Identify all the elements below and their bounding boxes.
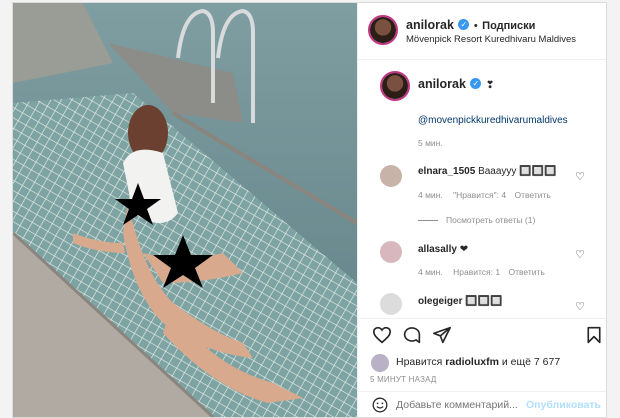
header-separator: •	[473, 20, 478, 32]
caption-mention-link[interactable]: @movenpickkuredhivarumaldives	[418, 115, 568, 126]
author-username[interactable]: anilorak	[406, 18, 454, 32]
follow-status-button[interactable]: Подписки	[482, 20, 535, 32]
post-action-bar	[358, 318, 606, 351]
view-replies-label: Посмотреть ответы (1)	[446, 215, 536, 225]
caption-author-avatar[interactable]	[380, 71, 410, 101]
view-replies-line	[418, 220, 438, 222]
comment-time: 4 мин.	[418, 190, 443, 200]
comment-username[interactable]: olegeiger	[418, 296, 462, 307]
comment-like-heart-icon[interactable]: ♡	[575, 170, 585, 183]
author-avatar[interactable]	[368, 15, 398, 45]
comment-input[interactable]	[396, 397, 526, 413]
comment-like-heart-icon[interactable]: ♡	[575, 248, 585, 261]
post-photo[interactable]	[13, 3, 357, 417]
likes-summary: Нравится radioluxfm и ещё 7 677	[396, 356, 560, 368]
share-icon[interactable]	[432, 326, 452, 344]
comment-like-count[interactable]: "Нравится": 4	[453, 190, 506, 200]
publish-button[interactable]: Опубликовать	[526, 399, 601, 411]
comment-reply-button[interactable]: Ответить	[515, 190, 551, 200]
comment-meta: 4 мин. Нравится: 1 Ответить	[418, 267, 545, 277]
comment-username[interactable]: elnara_1505	[418, 166, 475, 177]
author-avatar-image	[370, 17, 396, 43]
comment-item: elnara_1505 Вaaayyy 🔲🔲🔲	[418, 166, 557, 177]
comment-text: Вaaayyy 🔲🔲🔲	[478, 166, 557, 177]
comment-item: allasally ❤	[418, 244, 468, 255]
add-comment-bar: Опубликовать	[358, 391, 606, 417]
caption-heart-exclamation-icon: ❣	[485, 80, 495, 91]
emoji-icon[interactable]	[372, 397, 388, 413]
comment-like-count[interactable]: Нравится: 1	[453, 267, 500, 277]
liker-username[interactable]: radioluxfm	[445, 356, 499, 368]
comment-meta: 4 мин. "Нравится": 4 Ответить	[418, 190, 551, 200]
heart-icon[interactable]	[372, 326, 392, 344]
caption-verified-badge-icon: ✓	[470, 78, 482, 90]
verified-badge-icon: ✓	[458, 19, 470, 31]
instagram-post-window: anilorak ✓ • Подписки Mövenpick Resort K…	[12, 2, 607, 418]
comment-item: olegeiger 🔲🔲🔲	[418, 296, 503, 307]
comment-text: 🔲🔲🔲	[465, 296, 503, 307]
commenter-avatar[interactable]	[380, 165, 402, 187]
commenter-avatar[interactable]	[380, 241, 402, 263]
post-location[interactable]: Mövenpick Resort Kuredhivaru Maldives	[406, 34, 576, 45]
likes-and-more[interactable]: и ещё 7 677	[502, 356, 560, 368]
comment-username[interactable]: allasally	[418, 244, 457, 255]
commenter-avatar[interactable]	[380, 293, 402, 315]
bookmark-icon[interactable]	[586, 326, 602, 344]
caption-author-username[interactable]: anilorak	[418, 77, 466, 91]
comment-time: 4 мин.	[418, 267, 443, 277]
likes-prefix: Нравится	[396, 356, 443, 368]
comment-like-heart-icon[interactable]: ♡	[575, 300, 585, 313]
comment-reply-button[interactable]: Ответить	[508, 267, 544, 277]
post-photo-image	[13, 3, 357, 417]
post-header: anilorak ✓ • Подписки Mövenpick Resort K…	[358, 3, 606, 60]
caption-time: 5 мин.	[418, 138, 443, 148]
comment-icon[interactable]	[402, 326, 422, 344]
post-timestamp: 5 МИНУТ НАЗАД	[370, 375, 437, 384]
liker-avatar[interactable]	[370, 353, 390, 373]
caption-avatar-image	[382, 73, 408, 99]
post-side-panel: anilorak ✓ • Подписки Mövenpick Resort K…	[357, 3, 606, 417]
view-replies-button[interactable]: Посмотреть ответы (1)	[418, 215, 535, 225]
comment-text: ❤	[459, 244, 469, 255]
